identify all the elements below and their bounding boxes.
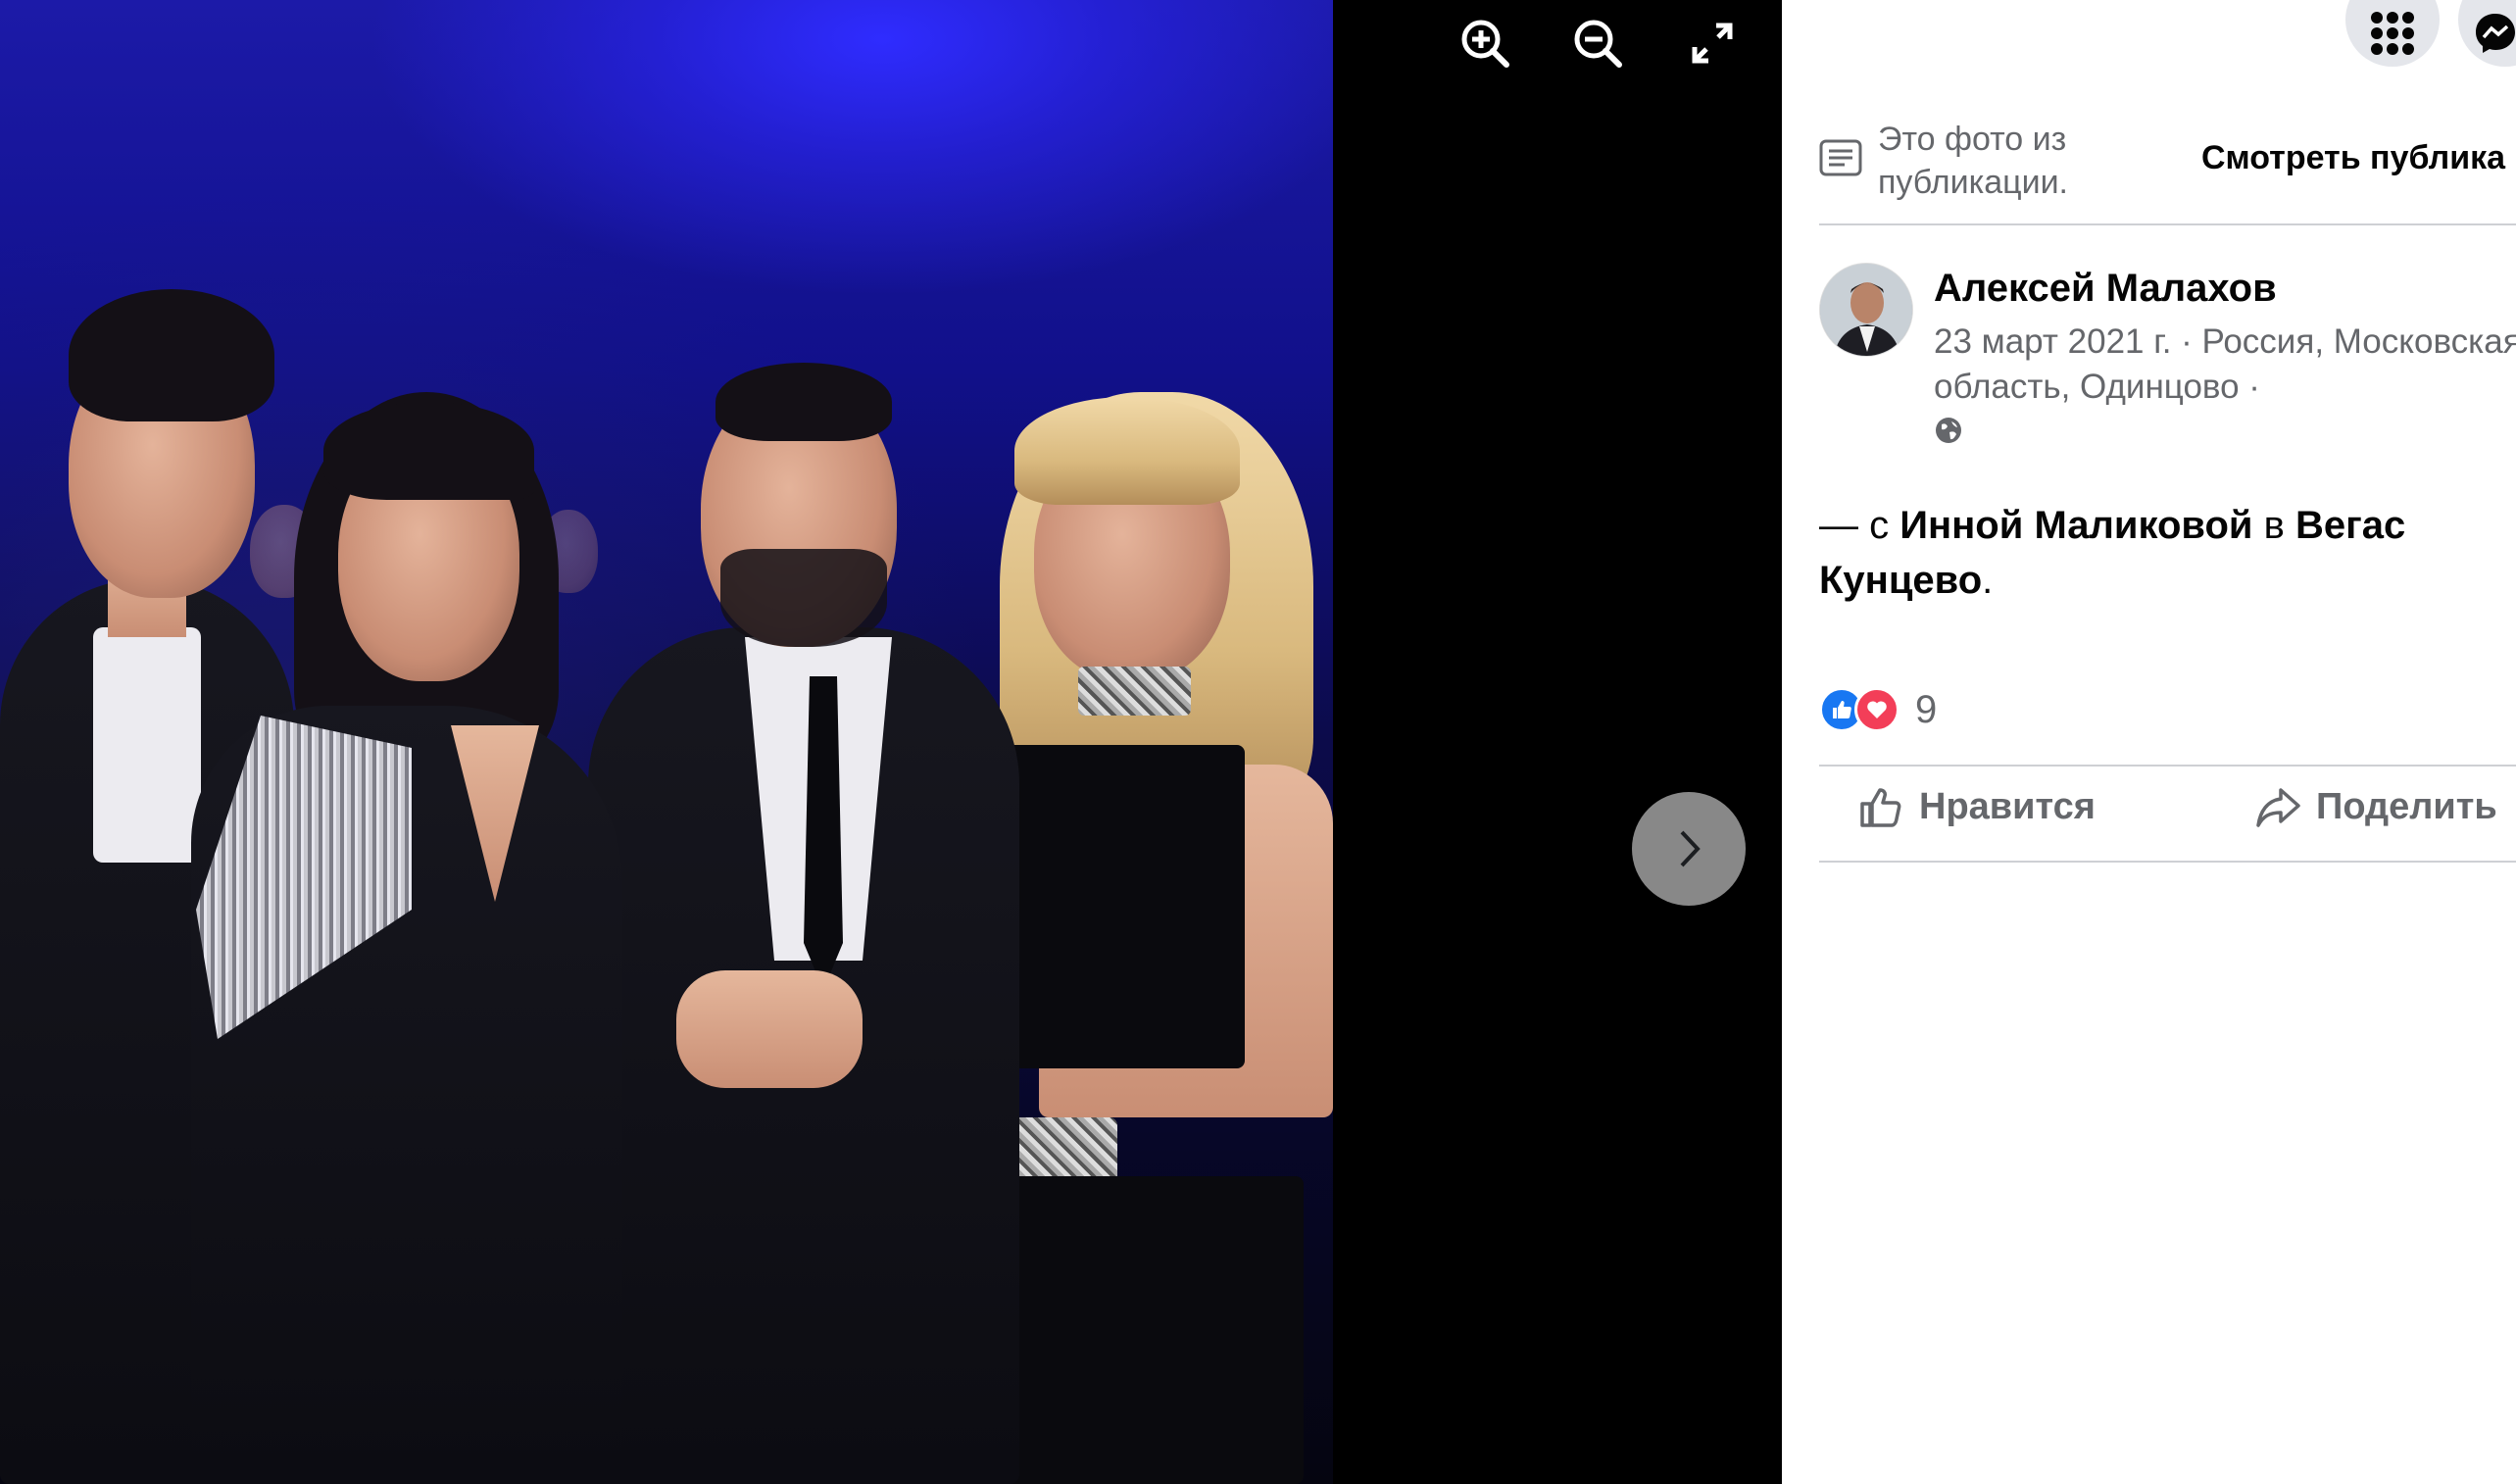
view-post-link[interactable]: Смотреть публика xyxy=(2201,139,2505,177)
avatar[interactable] xyxy=(1819,263,1913,357)
reactions-summary[interactable]: 9 xyxy=(1819,686,1937,733)
post-caption: — с Инной Маликовой в Вегас Кунцево. xyxy=(1819,498,2505,608)
like-label: Нравится xyxy=(1919,785,2096,827)
expand-icon[interactable] xyxy=(1681,12,1744,74)
post-notice: Это фото из публикации. Смотреть публика xyxy=(1819,110,2516,222)
next-photo-button[interactable] xyxy=(1632,792,1746,906)
caption-suffix: . xyxy=(1982,559,1994,602)
chevron-right-icon xyxy=(1680,830,1701,867)
globe-icon[interactable] xyxy=(1934,416,1963,445)
photo-viewer xyxy=(0,0,1782,1484)
menu-grid-icon xyxy=(2371,12,2414,55)
menu-button[interactable] xyxy=(2345,0,2440,67)
post-info-panel: Это фото из публикации. Смотреть публика… xyxy=(1782,0,2516,1484)
post-meta: 23 март 2021 г. · Россия, Московская обл… xyxy=(1934,322,2516,406)
messenger-button[interactable] xyxy=(2458,0,2516,67)
love-reaction-icon xyxy=(1854,687,1899,732)
caption-prefix: — с xyxy=(1819,504,1900,547)
post-document-icon xyxy=(1819,139,1862,176)
post-photo xyxy=(0,0,1333,1484)
reaction-count: 9 xyxy=(1915,687,1938,731)
messenger-icon xyxy=(2476,14,2515,53)
divider xyxy=(1819,861,2516,863)
share-button[interactable]: Поделить xyxy=(2255,784,2497,829)
author-name[interactable]: Алексей Малахов xyxy=(1934,267,2277,311)
zoom-out-icon[interactable] xyxy=(1566,12,1629,74)
share-arrow-icon xyxy=(2256,788,2300,827)
share-label: Поделить xyxy=(2316,785,2497,827)
zoom-in-icon[interactable] xyxy=(1454,12,1516,74)
caption-middle: в xyxy=(2252,504,2295,547)
like-button[interactable]: Нравится xyxy=(1858,784,2096,829)
post-actions: Нравится Поделить xyxy=(1819,767,2516,861)
notice-text: Это фото из публикации. xyxy=(1878,121,2069,201)
thumbs-up-icon xyxy=(1860,788,1901,827)
tagged-person-link[interactable]: Инной Маликовой xyxy=(1899,504,2252,547)
divider xyxy=(1819,223,2516,225)
